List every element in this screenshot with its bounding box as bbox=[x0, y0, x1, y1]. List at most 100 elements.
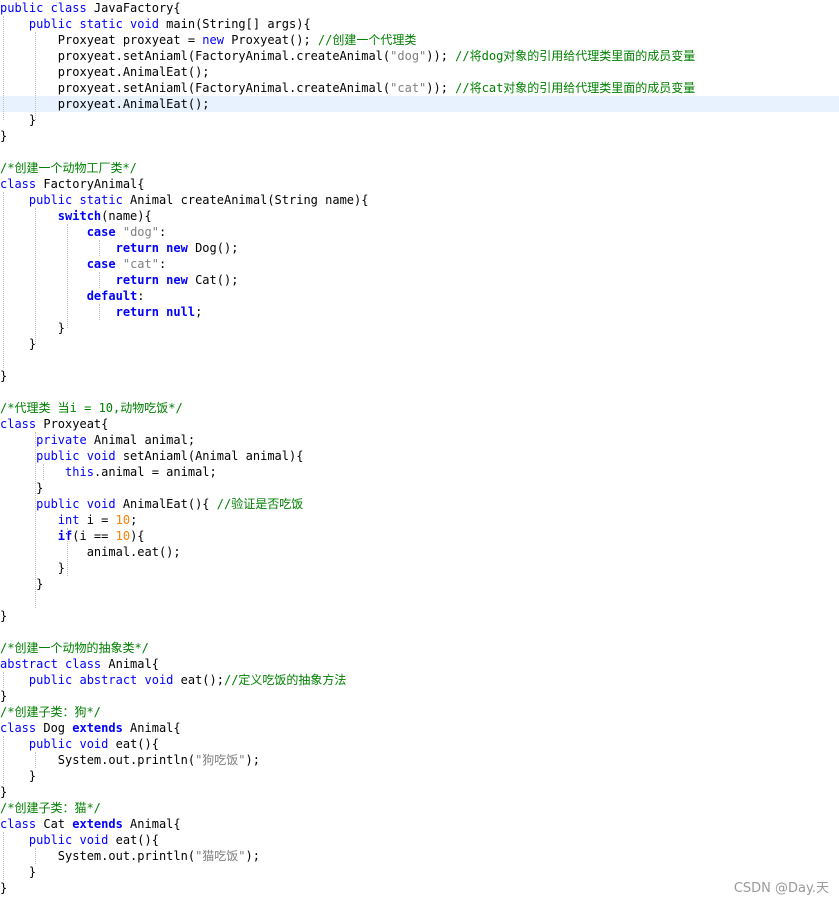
code-line: proxyeat.setAniaml(FactoryAnimal.createA… bbox=[0, 80, 839, 96]
code-line: public void eat(){ bbox=[0, 736, 839, 752]
code-token: proxyeat.setAniaml(FactoryAnimal.createA… bbox=[0, 81, 391, 95]
code-token: Dog bbox=[36, 721, 73, 735]
code-token: Cat bbox=[36, 817, 73, 831]
code-token: proxyeat.setAniaml(FactoryAnimal.createA… bbox=[0, 49, 391, 63]
indent-guide bbox=[99, 272, 100, 288]
code-token: case bbox=[86, 225, 116, 239]
code-token: public static bbox=[28, 193, 123, 207]
code-line: proxyeat.AnimalEat(); bbox=[0, 96, 839, 112]
code-token: public class bbox=[0, 1, 87, 15]
indent-guide bbox=[67, 224, 68, 328]
code-line: return new Dog(); bbox=[0, 240, 839, 256]
code-token: ; bbox=[130, 513, 138, 527]
code-line: /*创建一个动物工厂类*/ bbox=[0, 160, 839, 176]
code-line: return new Cat(); bbox=[0, 272, 839, 288]
code-line: proxyeat.AnimalEat(); bbox=[0, 64, 839, 80]
code-token: } bbox=[0, 113, 37, 127]
indent-guide bbox=[35, 32, 36, 120]
code-token: "cat" bbox=[122, 257, 159, 271]
code-token: public void bbox=[28, 833, 109, 847]
code-line: if(i == 10){ bbox=[0, 528, 839, 544]
indent-guide bbox=[43, 464, 44, 480]
code-token: int bbox=[57, 513, 80, 527]
code-line: System.out.println("狗吃饭"); bbox=[0, 752, 839, 768]
code-token: extends bbox=[72, 721, 123, 735]
code-token: } bbox=[0, 577, 44, 591]
code-line: } bbox=[0, 688, 839, 704]
code-line: case "dog": bbox=[0, 224, 839, 240]
code-token: } bbox=[0, 129, 8, 143]
code-token: eat(){ bbox=[108, 833, 159, 847]
code-line: } bbox=[0, 576, 839, 592]
code-token: )); bbox=[426, 49, 456, 63]
code-token: return new bbox=[115, 273, 188, 287]
code-token: "cat" bbox=[390, 81, 427, 95]
code-line: } bbox=[0, 880, 839, 896]
indent-guide bbox=[3, 16, 4, 120]
code-token: ); bbox=[245, 753, 260, 767]
code-token: System.out.println( bbox=[0, 849, 196, 863]
code-token: ){ bbox=[130, 529, 145, 543]
code-token: public void bbox=[36, 497, 116, 511]
code-token: /*创建子类：狗*/ bbox=[0, 705, 101, 719]
code-token: 10 bbox=[115, 529, 131, 543]
code-token: "狗吃饭" bbox=[195, 753, 246, 767]
code-token: default bbox=[86, 289, 138, 303]
code-line: class Cat extends Animal{ bbox=[0, 816, 839, 832]
code-token: abstract class bbox=[0, 657, 102, 671]
code-line: } bbox=[0, 768, 839, 784]
code-token: i = bbox=[79, 513, 116, 527]
code-token: "猫吃饭" bbox=[195, 849, 246, 863]
code-token: "dog" bbox=[390, 49, 427, 63]
code-line: /*代理类 当i = 10,动物吃饭*/ bbox=[0, 400, 839, 416]
code-line: class Dog extends Animal{ bbox=[0, 720, 839, 736]
watermark-text: CSDN @Day.天 bbox=[733, 881, 829, 896]
indent-guide bbox=[3, 672, 4, 688]
code-token: : bbox=[137, 289, 145, 303]
code-line: switch(name){ bbox=[0, 208, 839, 224]
code-line: } bbox=[0, 128, 839, 144]
code-token: : bbox=[158, 257, 167, 271]
code-editor[interactable]: public class JavaFactory{ public static … bbox=[0, 0, 839, 904]
code-line: } bbox=[0, 480, 839, 496]
code-line: } bbox=[0, 336, 839, 352]
code-token: case bbox=[86, 257, 116, 271]
code-token: Proxyeat proxyeat = bbox=[0, 33, 203, 47]
code-token: proxyeat.AnimalEat(); bbox=[0, 97, 210, 111]
code-token: Cat(); bbox=[187, 273, 239, 287]
code-line: /*创建子类：猫*/ bbox=[0, 800, 839, 816]
code-token: animal.eat(); bbox=[0, 545, 181, 559]
code-token: //将cat对象的引用给代理类里面的成员变量 bbox=[455, 81, 696, 95]
code-token: )); bbox=[426, 81, 456, 95]
code-line: /*创建子类：狗*/ bbox=[0, 704, 839, 720]
indent-guide bbox=[99, 240, 100, 256]
indent-guide bbox=[99, 304, 100, 320]
code-token: } bbox=[0, 785, 8, 799]
indent-guide bbox=[35, 848, 36, 864]
code-token: Animal{ bbox=[122, 721, 181, 735]
code-token: return null bbox=[115, 305, 196, 319]
code-token: Proxyeat{ bbox=[36, 417, 109, 431]
code-token: (name){ bbox=[101, 209, 152, 223]
code-token: class bbox=[0, 417, 37, 431]
code-token: JavaFactory{ bbox=[86, 1, 181, 15]
code-line: public void AnimalEat(){ //验证是否吃饭 bbox=[0, 496, 839, 512]
code-token: public static void bbox=[28, 17, 159, 31]
code-token: class bbox=[0, 817, 37, 831]
code-token: FactoryAnimal{ bbox=[36, 177, 145, 191]
